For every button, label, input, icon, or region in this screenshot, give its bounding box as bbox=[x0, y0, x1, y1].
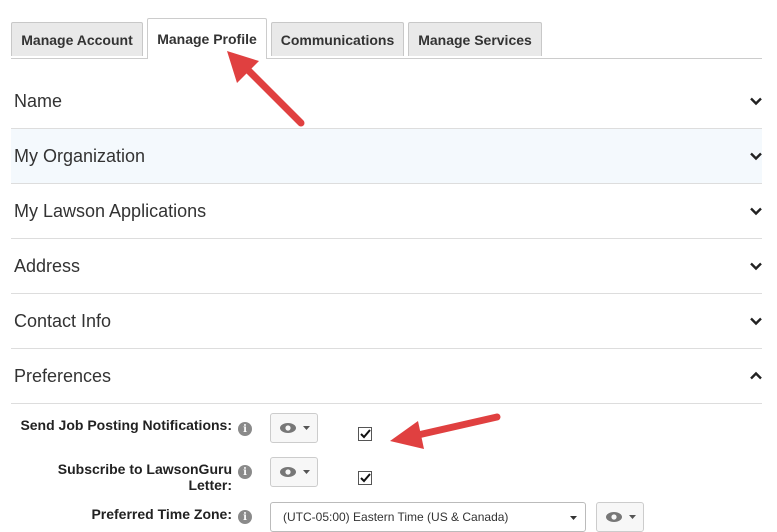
tab-label: Manage Services bbox=[418, 31, 532, 48]
annotation-arrow-icon bbox=[390, 413, 501, 449]
section-name[interactable]: Name bbox=[11, 74, 762, 129]
chevron-down-icon bbox=[750, 207, 762, 216]
eye-icon bbox=[279, 467, 296, 477]
section-label: Name bbox=[14, 90, 63, 111]
timezone-select[interactable]: (UTC-05:00) Eastern Time (US & Canada) bbox=[270, 502, 586, 532]
checkmark-icon bbox=[359, 473, 371, 483]
timezone-label: Preferred Time Zone: bbox=[91, 506, 232, 522]
eye-icon bbox=[605, 512, 622, 522]
chevron-down-icon bbox=[750, 97, 762, 106]
tab-manage-profile[interactable]: Manage Profile bbox=[147, 18, 267, 59]
profile-tabs: Manage Account Manage Profile Communicat… bbox=[11, 18, 762, 59]
section-my-lawson-applications[interactable]: My Lawson Applications bbox=[11, 184, 762, 239]
eye-icon bbox=[279, 423, 296, 433]
tab-label: Communications bbox=[280, 31, 395, 48]
section-label: My Organization bbox=[14, 145, 146, 166]
info-icon[interactable]: i bbox=[238, 422, 252, 436]
lawsonguru-label-line1: Subscribe to LawsonGuru bbox=[57, 461, 232, 477]
lawsonguru-label-line2: Letter: bbox=[188, 477, 232, 493]
section-label: Address bbox=[14, 255, 81, 276]
caret-down-icon bbox=[628, 515, 636, 519]
caret-down-icon bbox=[570, 516, 577, 520]
caret-down-icon bbox=[302, 426, 310, 430]
section-address[interactable]: Address bbox=[11, 239, 762, 294]
job-posting-label: Send Job Posting Notifications: bbox=[20, 417, 232, 433]
visibility-dropdown-button[interactable] bbox=[270, 457, 318, 487]
section-contact-info[interactable]: Contact Info bbox=[11, 294, 762, 349]
section-my-organization[interactable]: My Organization bbox=[11, 129, 762, 184]
tab-label: Manage Profile bbox=[157, 31, 257, 47]
timezone-value: (UTC-05:00) Eastern Time (US & Canada) bbox=[283, 510, 509, 524]
job-posting-checkbox[interactable] bbox=[358, 427, 372, 441]
visibility-dropdown-button[interactable] bbox=[596, 502, 644, 532]
chevron-down-icon bbox=[750, 317, 762, 326]
tab-manage-account[interactable]: Manage Account bbox=[11, 22, 143, 56]
section-label: My Lawson Applications bbox=[14, 200, 207, 221]
section-preferences[interactable]: Preferences bbox=[11, 349, 762, 404]
section-label: Contact Info bbox=[14, 310, 112, 331]
lawsonguru-checkbox[interactable] bbox=[358, 471, 372, 485]
section-label: Preferences bbox=[14, 365, 112, 386]
chevron-up-icon bbox=[750, 371, 762, 380]
info-icon[interactable]: i bbox=[238, 465, 252, 479]
lawsonguru-label: Subscribe to LawsonGuru Letter: bbox=[14, 461, 232, 493]
checkmark-icon bbox=[359, 429, 371, 439]
tab-communications[interactable]: Communications bbox=[271, 22, 404, 56]
visibility-dropdown-button[interactable] bbox=[270, 413, 318, 443]
info-icon[interactable]: i bbox=[238, 510, 252, 524]
chevron-down-icon bbox=[750, 152, 762, 161]
chevron-down-icon bbox=[750, 262, 762, 271]
tab-label: Manage Account bbox=[21, 31, 133, 48]
caret-down-icon bbox=[302, 470, 310, 474]
tab-manage-services[interactable]: Manage Services bbox=[408, 22, 542, 56]
